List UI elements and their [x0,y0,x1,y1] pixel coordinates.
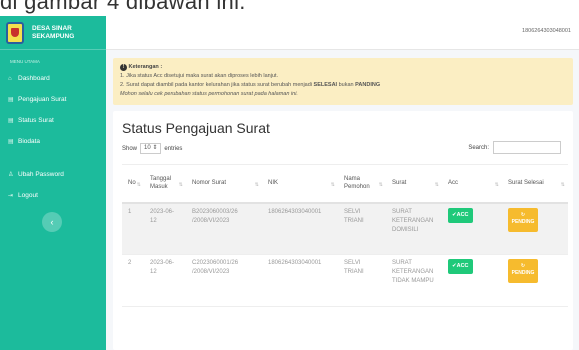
pending-button[interactable]: ↻ PENDING [508,207,538,232]
table-row: 1 2023-06-12 B2023060003/26 /2008/VI/202… [122,202,568,255]
column-header-nama[interactable]: Nama Pemohon ⇅ [338,164,386,204]
sidebar-collapse-button[interactable]: ‹ [42,212,62,232]
search-input[interactable] [493,141,561,154]
sidebar-item-label: Biodata [18,138,41,145]
village-logo-icon [6,21,24,44]
cell-surat: SURAT KETERANGAN TIDAK MAMPU [386,254,442,307]
sidebar-item-dashboard[interactable]: ⌂ Dashboard [0,68,106,89]
status-card: Status Pengajuan Surat Show 10 ⇕ entries… [113,111,573,350]
cell-tanggal: 2023-06-12 [144,202,186,255]
sidebar-item-label: Dashboard [18,75,50,82]
cell-nama: SELVI TRIANI [338,254,386,307]
refresh-icon: ↻ [520,211,526,218]
sidebar-item-label: Pengajuan Surat [18,96,67,103]
alert-line-1: 1. Jika status Acc disetujui maka surat … [120,73,279,79]
sidebar-item-status-surat[interactable]: ▤ Status Surat [0,110,106,131]
cell-nomor: C2023060001/26 /2008/VI/2023 [186,254,262,307]
search: Search: [468,141,561,154]
cell-acc: ✔ACC [442,254,502,307]
sidebar-item-pengajuan-surat[interactable]: ▤ Pengajuan Surat [0,89,106,110]
cell-acc: ✔ACC [442,202,502,255]
user-id[interactable]: 1806264303048001 [522,28,571,34]
search-label: Search: [468,144,489,151]
logout-icon: ⇥ [8,193,14,199]
user-icon: ♙ [8,172,14,178]
sidebar-item-label: Logout [18,192,38,199]
caption-text: di gambar 4 dibawah ini. [0,0,579,16]
sidebar: DESA SINAR SEKAMPUNG MENU UTAMA ⌂ Dashboa… [0,16,106,350]
document-icon: ▤ [8,118,14,124]
status-table: No ⇅ Tanggal Masuk ⇅ Nomor Surat ⇅ NIK ⇅ Nam… [122,164,568,307]
main-content: ! Keterangan : 1. Jika status Acc disetu… [106,50,579,350]
column-header-nik[interactable]: NIK ⇅ [262,164,338,204]
column-header-tanggal[interactable]: Tanggal Masuk ⇅ [144,164,186,204]
entries-select[interactable]: 10 ⇕ [140,143,162,154]
document-icon: ▤ [8,139,14,145]
acc-badge[interactable]: ✔ACC [448,259,473,274]
info-alert: ! Keterangan : 1. Jika status Acc disetu… [113,58,573,105]
sidebar-item-label: Ubah Password [18,171,64,178]
home-icon: ⌂ [8,75,12,82]
brand-name: DESA SINAR SEKAMPUNG [32,24,75,40]
cell-surat: SURAT KETERANGAN DOMISILI [386,202,442,255]
cell-nama: SELVI TRIANI [338,202,386,255]
brand[interactable]: DESA SINAR SEKAMPUNG [0,16,106,50]
info-icon: ! [120,64,127,71]
column-header-surat[interactable]: Surat ⇅ [386,164,442,204]
cell-no: 2 [122,254,144,307]
show-entries: Show 10 ⇕ entries [122,143,182,154]
alert-title: ! Keterangan : [120,63,566,72]
cell-nik: 1806264303040001 [262,254,338,307]
document-icon: ▤ [8,97,14,103]
cell-nomor: B2023060003/26 /2008/VI/2023 [186,202,262,255]
sidebar-item-logout[interactable]: ⇥ Logout [0,185,106,206]
sidebar-item-label: Status Surat [18,117,54,124]
cell-selesai: ↻ PENDING [502,202,568,255]
pending-button[interactable]: ↻ PENDING [508,259,538,283]
table-row: 2 2023-06-12 C2023060001/26 /2008/VI/202… [122,254,568,307]
cell-selesai: ↻ PENDING [502,254,568,307]
page-title: Status Pengajuan Surat [122,120,270,136]
column-header-selesai[interactable]: Surat Selesai ⇅ [502,164,568,204]
alert-line-2: 2. Surat dapat diambil pada kantor kelur… [120,82,381,88]
column-header-nomor[interactable]: Nomor Surat ⇅ [186,164,262,204]
column-header-acc[interactable]: Acc ⇅ [442,164,502,204]
cell-tanggal: 2023-06-12 [144,254,186,307]
menu-header: MENU UTAMA [10,59,40,64]
acc-badge[interactable]: ✔ACC [448,207,473,223]
sidebar-item-biodata[interactable]: ▤ Biodata [0,131,106,152]
sidebar-item-ubah-password[interactable]: ♙ Ubah Password [0,164,106,185]
refresh-icon: ↻ [520,263,526,269]
column-header-no[interactable]: No ⇅ [122,164,144,204]
topbar: 1806264303048001 [106,16,579,50]
alert-line-3: Mohon selalu cek perubahan status permoh… [120,91,298,97]
cell-no: 1 [122,202,144,255]
cell-nik: 1806264303040001 [262,202,338,255]
